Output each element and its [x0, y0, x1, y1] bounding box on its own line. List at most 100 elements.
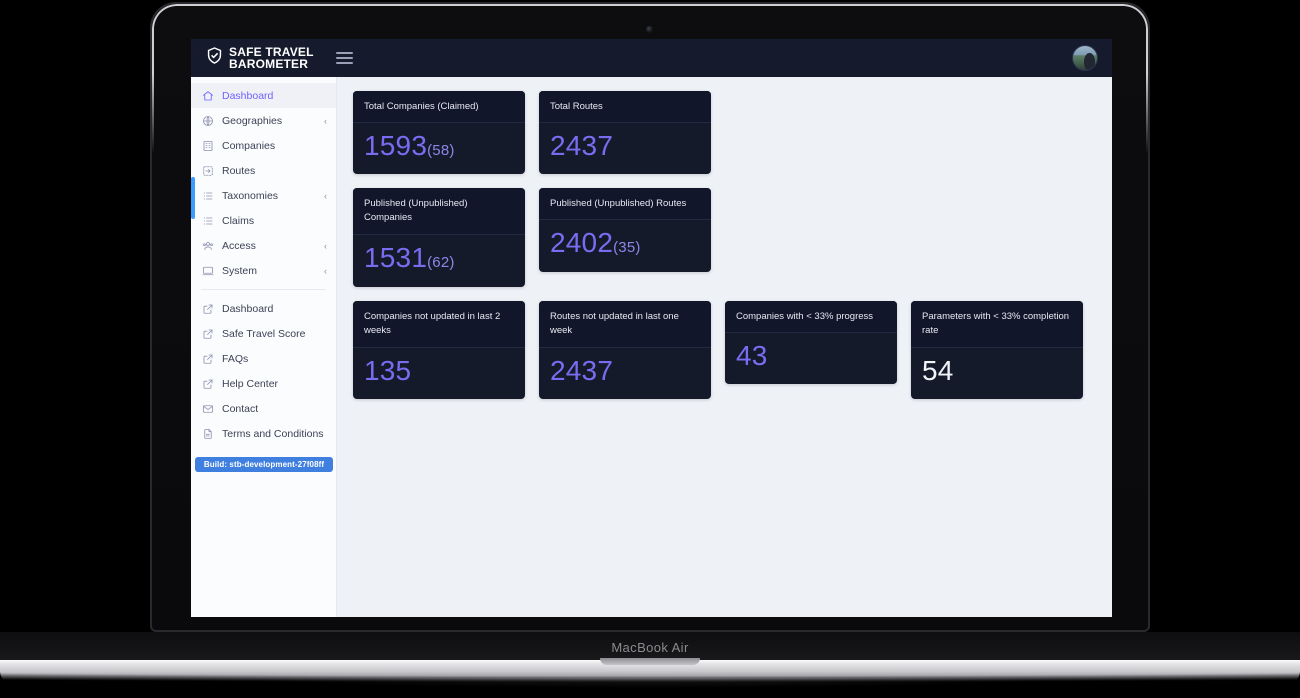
chevron-left-icon: ‹ — [324, 265, 327, 276]
sidebar-item-faqs[interactable]: FAQs — [191, 346, 336, 371]
sidebar-item-help-center[interactable]: Help Center — [191, 371, 336, 396]
stat-card[interactable]: Published (Unpublished) Routes 2402(35) — [539, 188, 711, 272]
stat-value-wrap: 2437 — [550, 356, 700, 385]
stat-card-title: Routes not updated in last one week — [539, 300, 711, 348]
sidebar-item-safe-travel-score[interactable]: Safe Travel Score — [191, 321, 336, 346]
stat-card[interactable]: Companies not updated in last 2 weeks 135 — [353, 300, 525, 400]
home-icon — [202, 90, 214, 102]
mail-icon — [202, 403, 214, 415]
building-icon — [202, 140, 214, 152]
stat-value-wrap: 43 — [736, 341, 886, 370]
sidebar-item-terms-and-conditions[interactable]: Terms and Conditions — [191, 421, 336, 446]
sidebar-primary-nav: Dashboard Geographies ‹ Companies Routes Taxo… — [191, 83, 336, 283]
sidebar-item-label: Help Center — [222, 377, 279, 390]
sidebar-item-label: Geographies — [222, 114, 283, 127]
external-link-icon — [202, 378, 214, 390]
sidebar-divider — [201, 289, 326, 290]
globe-icon — [202, 115, 214, 127]
stat-value-wrap: 54 — [922, 356, 1072, 385]
brand-line-2: BAROMETER — [229, 57, 309, 71]
stat-value: 2402 — [550, 227, 614, 259]
stat-card-row: Companies not updated in last 2 weeks 135… — [353, 300, 1096, 400]
sidebar-item-label: Dashboard — [222, 302, 274, 315]
laptop-screen: SAFE TRAVEL BAROMETER Dashboard Geographi… — [191, 39, 1112, 617]
chevron-left-icon: ‹ — [324, 190, 327, 201]
stat-subvalue: (58) — [427, 142, 455, 159]
sidebar: Dashboard Geographies ‹ Companies Routes Taxo… — [191, 77, 337, 617]
stat-value: 2437 — [550, 354, 614, 386]
stat-card-body: 2437 — [539, 123, 711, 174]
stat-value: 1593 — [364, 130, 428, 161]
sidebar-item-companies[interactable]: Companies — [191, 133, 336, 158]
sidebar-item-label: Access — [222, 239, 256, 252]
sidebar-item-taxonomies[interactable]: Taxonomies ‹ — [191, 183, 336, 208]
sidebar-item-access[interactable]: Access ‹ — [191, 233, 336, 258]
chevron-left-icon: ‹ — [324, 240, 327, 251]
stat-card[interactable]: Routes not updated in last one week 2437 — [539, 300, 711, 400]
stat-card-body: 1593(58) — [353, 123, 525, 174]
stat-subvalue: (35) — [613, 239, 641, 257]
stat-card-title: Published (Unpublished) Companies — [353, 188, 525, 236]
stat-card[interactable]: Companies with < 33% progress 43 — [725, 300, 897, 385]
stat-card[interactable]: Total Routes 2437 — [539, 91, 711, 175]
webcam-icon — [646, 26, 653, 33]
stat-card-row: Total Companies (Claimed) 1593(58) Total R… — [353, 91, 1096, 175]
stat-card[interactable]: Total Companies (Claimed) 1593(58) — [353, 91, 525, 175]
stat-value-wrap: 2437 — [550, 131, 700, 160]
stat-value-wrap: 2402(35) — [550, 228, 700, 257]
brand-logo[interactable]: SAFE TRAVEL BAROMETER — [205, 46, 314, 70]
sidebar-item-dashboard[interactable]: Dashboard — [191, 296, 336, 321]
main-content: Total Companies (Claimed) 1593(58) Total R… — [337, 77, 1112, 617]
sidebar-item-label: Contact — [222, 402, 259, 415]
stat-card[interactable]: Published (Unpublished) Companies 1531(62… — [353, 188, 525, 287]
document-icon — [202, 428, 214, 440]
sidebar-item-contact[interactable]: Contact — [191, 396, 336, 421]
stat-value: 1531 — [364, 242, 428, 274]
sidebar-item-label: Taxonomies — [222, 189, 279, 202]
stat-value: 54 — [922, 354, 954, 386]
stat-card-title: Companies with < 33% progress — [725, 300, 897, 333]
stat-card-body: 54 — [911, 348, 1083, 399]
sidebar-item-label: Terms and Conditions — [222, 427, 324, 440]
stat-card-title: Parameters with < 33% completion rate — [911, 300, 1083, 348]
dashboard-stat-grid: Total Companies (Claimed) 1593(58) Total R… — [353, 91, 1096, 400]
sidebar-scrollbar[interactable] — [191, 177, 195, 219]
sidebar-item-claims[interactable]: Claims — [191, 208, 336, 233]
stat-subvalue: (62) — [427, 254, 455, 272]
sidebar-item-dashboard[interactable]: Dashboard — [191, 83, 336, 108]
stat-card-body: 2437 — [539, 348, 711, 399]
stat-card-body: 1531(62) — [353, 235, 525, 286]
stat-card-title: Total Routes — [539, 91, 711, 123]
users-icon — [202, 240, 214, 252]
user-avatar[interactable] — [1072, 45, 1098, 71]
external-link-icon — [202, 353, 214, 365]
brand-text: SAFE TRAVEL BAROMETER — [229, 46, 314, 70]
list-icon — [202, 190, 214, 202]
sidebar-item-geographies[interactable]: Geographies ‹ — [191, 108, 336, 133]
shield-check-icon — [205, 46, 224, 70]
laptop-base-notch — [600, 658, 700, 665]
external-link-icon — [202, 303, 214, 315]
hamburger-icon[interactable] — [335, 52, 353, 64]
sidebar-item-label: FAQs — [222, 352, 249, 365]
sidebar-item-routes[interactable]: Routes — [191, 158, 336, 183]
sidebar-item-label: System — [222, 264, 258, 277]
screenshot-root: SAFE TRAVEL BAROMETER Dashboard Geographi… — [0, 0, 1300, 698]
sidebar-item-system[interactable]: System ‹ — [191, 258, 336, 283]
stat-value-wrap: 1593(58) — [364, 131, 514, 160]
monitor-icon — [202, 265, 214, 277]
stat-value-wrap: 1531(62) — [364, 243, 514, 272]
stat-card[interactable]: Parameters with < 33% completion rate 54 — [911, 300, 1083, 400]
stat-value-wrap: 135 — [364, 356, 514, 385]
stat-value: 43 — [736, 339, 768, 371]
sidebar-item-label: Routes — [222, 164, 256, 177]
stat-card-body: 43 — [725, 333, 897, 384]
app-window: SAFE TRAVEL BAROMETER Dashboard Geographi… — [191, 39, 1112, 617]
stat-card-body: 2402(35) — [539, 220, 711, 271]
sidebar-item-label: Claims — [222, 214, 255, 227]
stat-value: 135 — [364, 354, 412, 386]
list-icon — [202, 215, 214, 227]
laptop-base-shadow — [60, 678, 1240, 692]
sidebar-item-label: Companies — [222, 139, 276, 152]
chevron-left-icon: ‹ — [324, 115, 327, 126]
